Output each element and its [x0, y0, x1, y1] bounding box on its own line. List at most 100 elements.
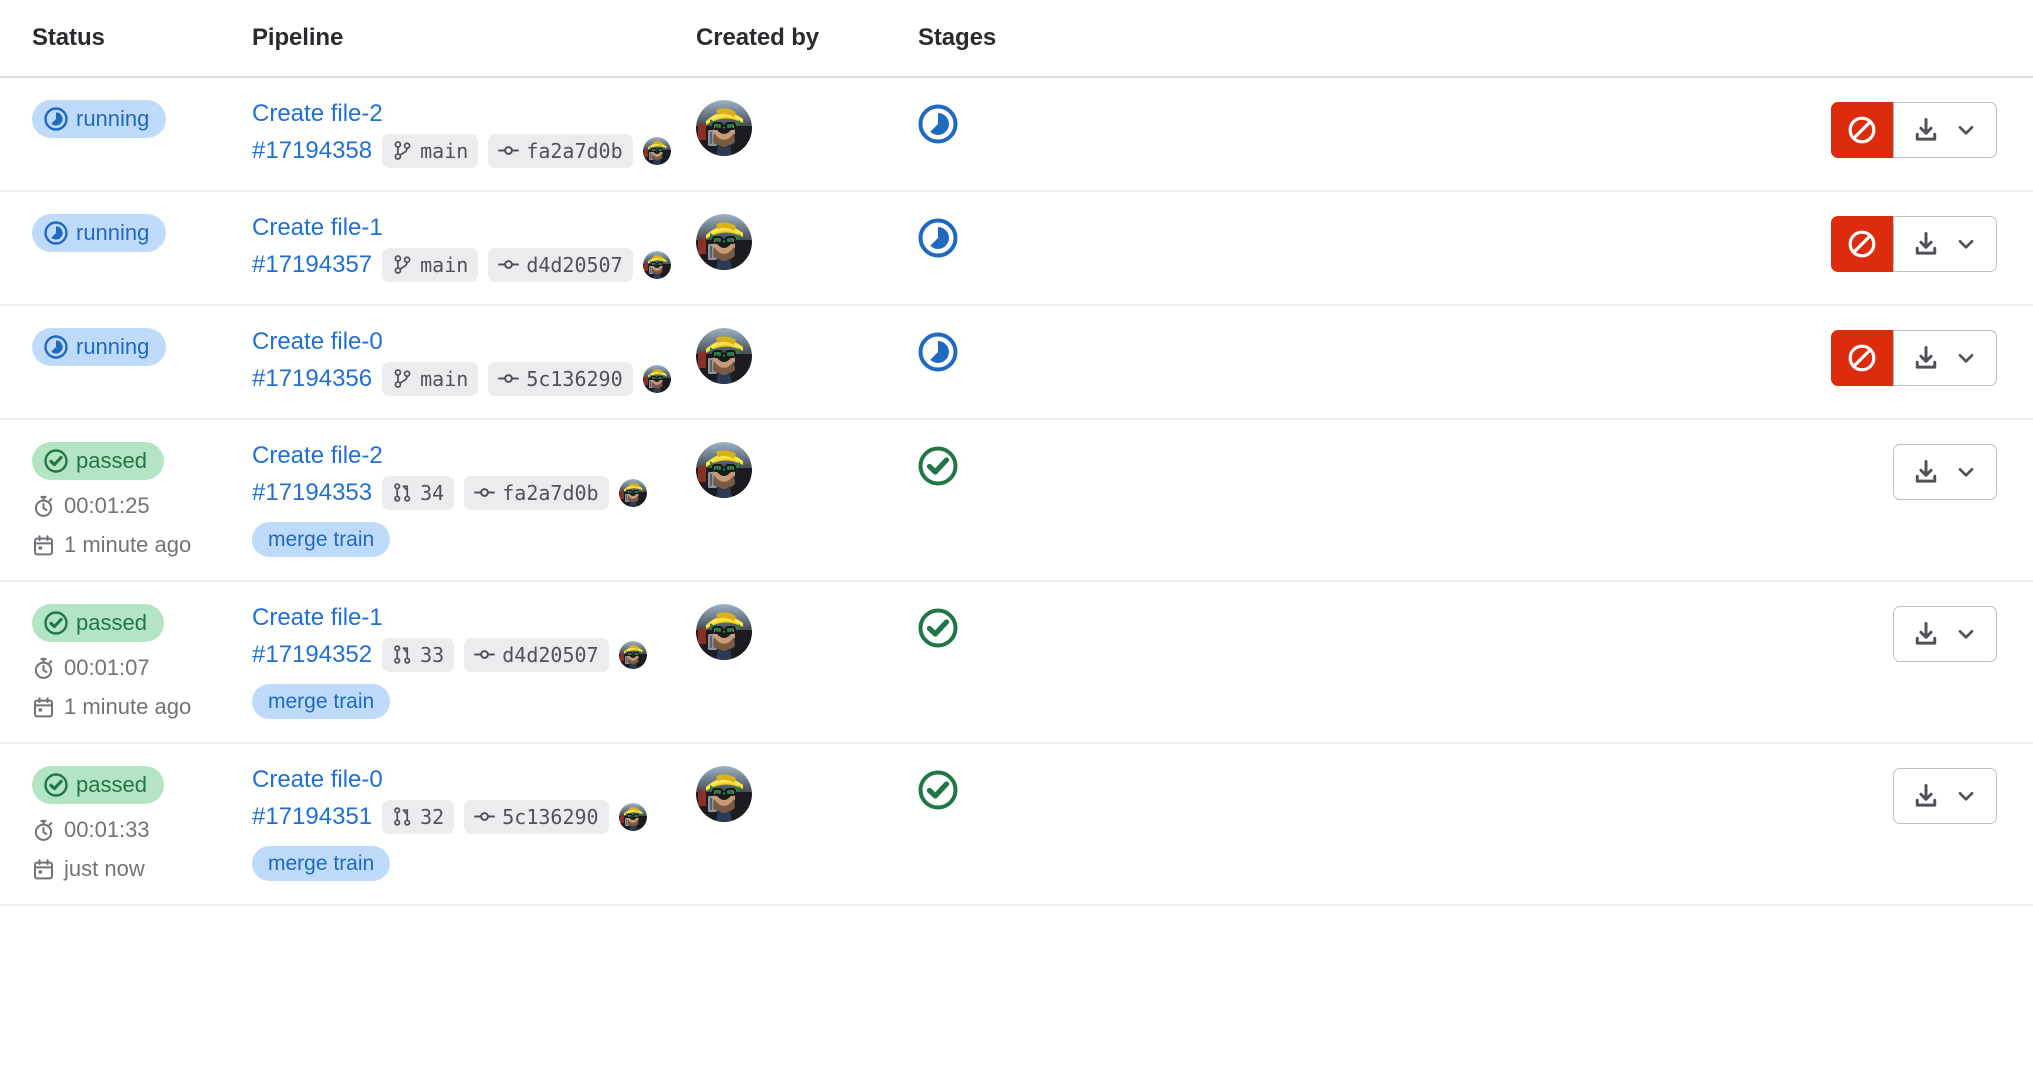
download-icon [1912, 116, 1940, 144]
download-icon [1912, 458, 1940, 486]
download-artifacts-button[interactable] [1893, 330, 1997, 386]
pipeline-ref-label: 33 [420, 642, 445, 667]
avatar[interactable] [696, 766, 752, 822]
pipeline-name-link[interactable]: Create file-0 [252, 766, 696, 794]
status-running-icon [44, 107, 68, 131]
table-row[interactable]: running Create file-1 #17194357 main d4d2050… [0, 192, 2033, 306]
commit-author-avatar[interactable] [618, 802, 647, 831]
stages-cell [918, 328, 1448, 372]
table-row[interactable]: passed 00:01:25 1 minute ago Create file-2 #… [0, 420, 2033, 582]
commit-chip[interactable]: 5c136290 [488, 361, 633, 396]
download-icon [1912, 782, 1940, 810]
commit-sha: 5c136290 [502, 804, 599, 829]
status-badge[interactable]: running [32, 100, 167, 138]
column-header-stages: Stages [918, 24, 997, 51]
download-artifacts-button[interactable] [1893, 768, 1997, 824]
status-badge[interactable]: passed [32, 766, 164, 804]
download-artifacts-button[interactable] [1893, 102, 1997, 158]
avatar[interactable] [696, 604, 752, 660]
stage-running-icon[interactable] [918, 218, 1448, 258]
download-artifacts-button[interactable] [1893, 216, 1997, 272]
pipeline-id-link[interactable]: #17194358 [252, 137, 372, 165]
commit-author-avatar[interactable] [642, 136, 671, 165]
download-artifacts-button[interactable] [1893, 444, 1997, 500]
merge-request-chip[interactable]: 34 [382, 475, 455, 510]
chevron-down-icon [1954, 460, 1978, 484]
calendar-icon [32, 858, 55, 881]
status-badge[interactable]: passed [32, 442, 164, 480]
branch-chip[interactable]: main [382, 247, 479, 282]
branch-chip[interactable]: main [382, 361, 479, 396]
commit-icon [498, 254, 520, 275]
pipeline-id-link[interactable]: #17194351 [252, 803, 372, 831]
stage-passed-icon[interactable] [918, 608, 1448, 648]
stopwatch-icon [32, 495, 55, 518]
branch-icon [392, 140, 413, 161]
merge-train-badge: merge train [252, 683, 391, 719]
avatar[interactable] [696, 442, 752, 498]
commit-chip[interactable]: fa2a7d0b [464, 475, 609, 510]
chevron-down-icon [1954, 232, 1978, 256]
commit-author-avatar[interactable] [618, 478, 647, 507]
pipeline-finished-time-value: 1 minute ago [64, 694, 192, 719]
commit-chip[interactable]: d4d20507 [464, 637, 609, 672]
table-row[interactable]: running Create file-2 #17194358 main fa2a7d0… [0, 78, 2033, 192]
pipeline-actions-group [1831, 102, 1997, 158]
pipeline-cell: Create file-0 #17194351 32 5c136290 merge tr… [252, 766, 696, 881]
branch-icon [392, 254, 413, 275]
commit-author-avatar[interactable] [618, 640, 647, 669]
commit-chip[interactable]: 5c136290 [464, 799, 609, 834]
download-artifacts-button[interactable] [1893, 606, 1997, 662]
status-badge[interactable]: passed [32, 604, 164, 642]
pipeline-id-link[interactable]: #17194352 [252, 641, 372, 669]
branch-chip[interactable]: main [382, 133, 479, 168]
stage-running-icon[interactable] [918, 332, 1448, 372]
pipeline-name-link[interactable]: Create file-2 [252, 442, 696, 470]
pipeline-name-link[interactable]: Create file-1 [252, 214, 696, 242]
created-by-cell [696, 442, 918, 498]
pipelines-rows: running Create file-2 #17194358 main fa2a7d0… [0, 78, 2033, 906]
pipeline-ref-line: #17194357 main d4d20507 [252, 247, 696, 282]
commit-chip[interactable]: fa2a7d0b [488, 133, 633, 168]
pipeline-id-link[interactable]: #17194357 [252, 251, 372, 279]
status-cell: running [0, 214, 252, 252]
stage-passed-icon[interactable] [918, 446, 1448, 486]
stage-running-icon[interactable] [918, 104, 1448, 144]
pipeline-ref-label: main [420, 366, 469, 391]
pipeline-id-link[interactable]: #17194353 [252, 479, 372, 507]
stage-passed-icon[interactable] [918, 770, 1448, 810]
status-success-icon [44, 449, 68, 473]
table-row[interactable]: running Create file-0 #17194356 main 5c13629… [0, 306, 2033, 420]
actions-cell [1448, 214, 2033, 272]
table-row[interactable]: passed 00:01:33 just now Create file-0 #1719… [0, 744, 2033, 906]
cancel-pipeline-button[interactable] [1831, 216, 1893, 272]
avatar[interactable] [696, 214, 752, 270]
commit-author-avatar[interactable] [642, 250, 671, 279]
stages-cell [918, 604, 1448, 648]
cancel-icon [1847, 115, 1877, 145]
pipeline-name-link[interactable]: Create file-0 [252, 328, 696, 356]
status-badge-label: passed [76, 772, 147, 797]
cancel-pipeline-button[interactable] [1831, 102, 1893, 158]
pipeline-ref-line: #17194356 main 5c136290 [252, 361, 696, 396]
avatar[interactable] [696, 100, 752, 156]
pipeline-name-link[interactable]: Create file-2 [252, 100, 696, 128]
actions-cell [1448, 328, 2033, 386]
pipeline-finished-time: 1 minute ago [32, 694, 252, 720]
commit-chip[interactable]: d4d20507 [488, 247, 633, 282]
pipeline-id-link[interactable]: #17194356 [252, 365, 372, 393]
status-badge[interactable]: running [32, 328, 167, 366]
status-cell: passed 00:01:25 1 minute ago [0, 442, 252, 558]
merge-request-chip[interactable]: 33 [382, 637, 455, 672]
commit-author-avatar[interactable] [642, 364, 671, 393]
commit-sha: fa2a7d0b [526, 138, 623, 163]
pipeline-name-link[interactable]: Create file-1 [252, 604, 696, 632]
actions-cell [1448, 442, 2033, 500]
status-badge[interactable]: running [32, 214, 167, 252]
avatar[interactable] [696, 328, 752, 384]
table-row[interactable]: passed 00:01:07 1 minute ago Create file-1 #… [0, 582, 2033, 744]
chevron-down-icon [1954, 118, 1978, 142]
column-header-status: Status [32, 24, 105, 51]
cancel-pipeline-button[interactable] [1831, 330, 1893, 386]
merge-request-chip[interactable]: 32 [382, 799, 455, 834]
